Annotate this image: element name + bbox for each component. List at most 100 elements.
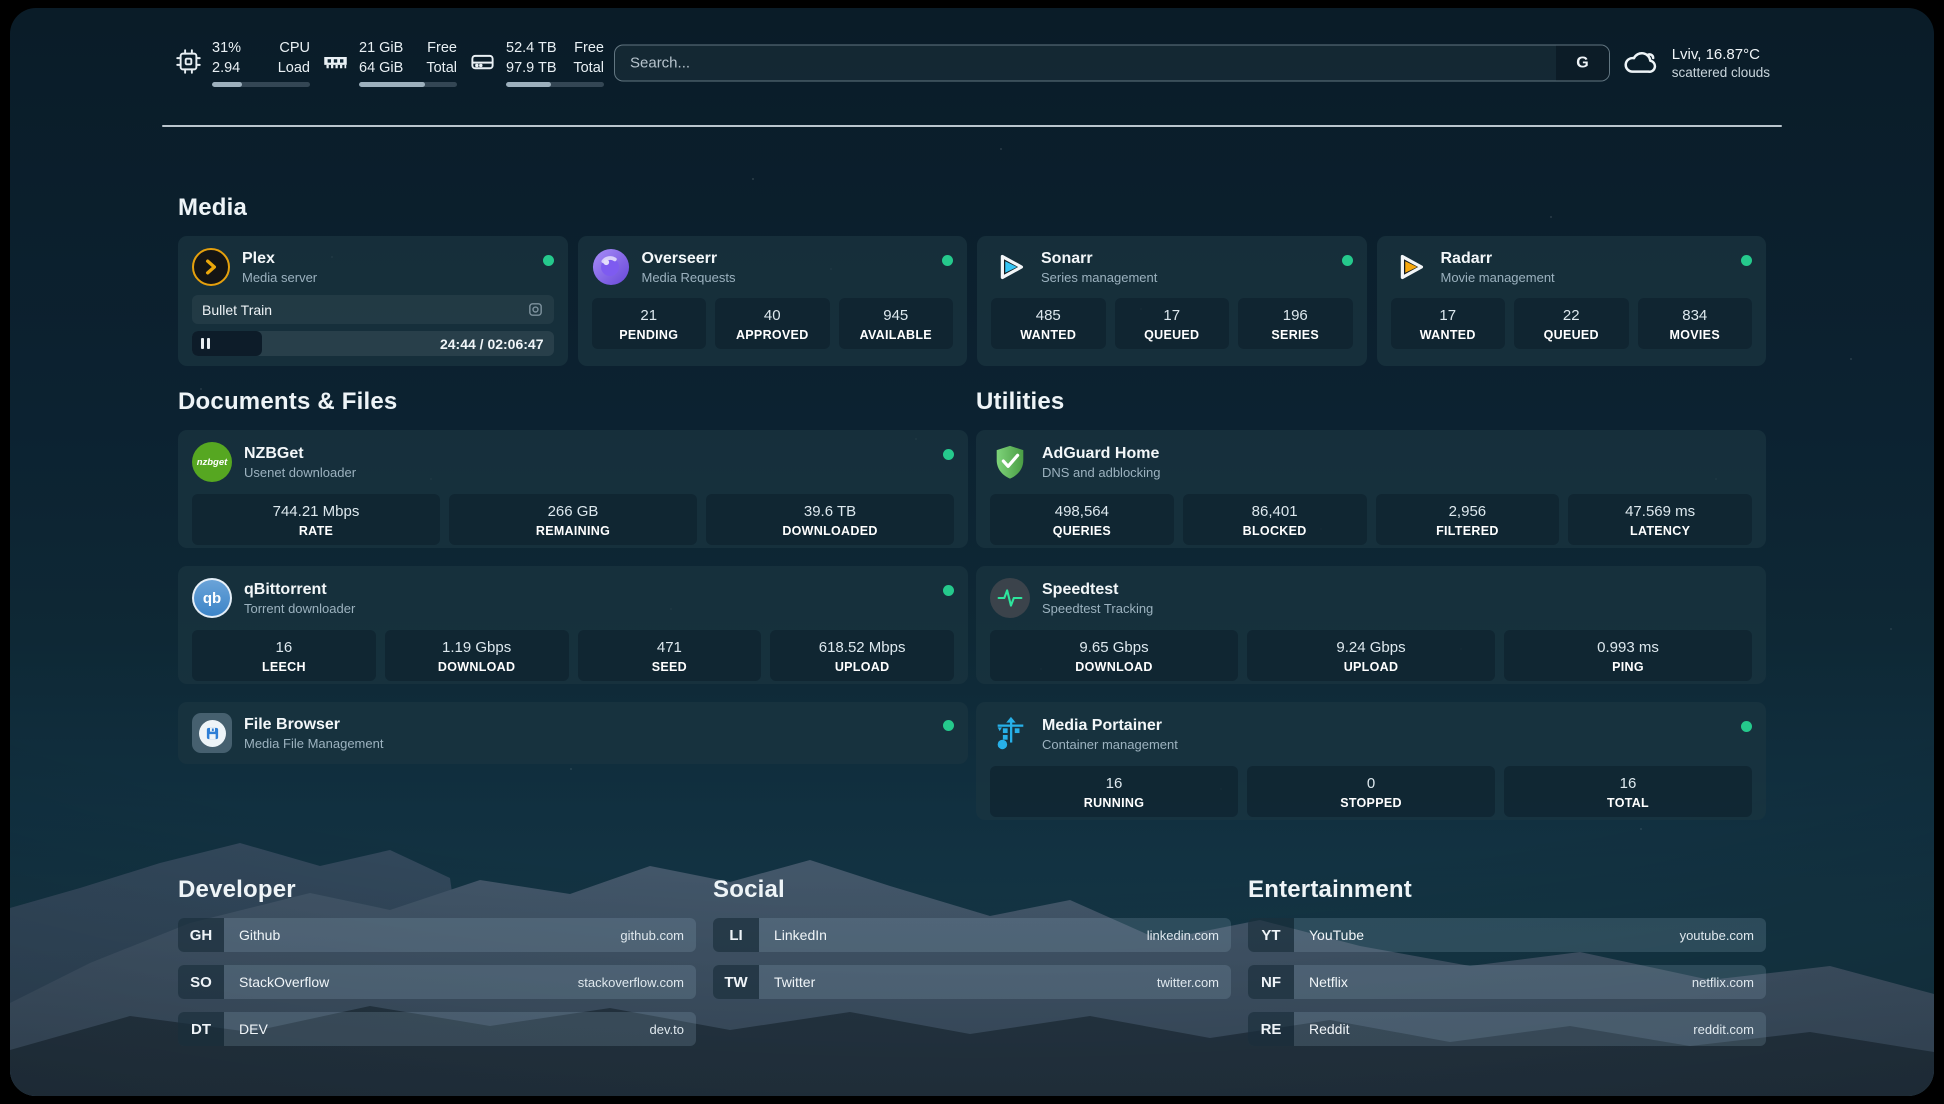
app-subtitle: Container management	[1042, 737, 1178, 752]
nzbget-icon: nzbget	[192, 442, 232, 482]
bookmark-github[interactable]: GH Github github.com	[178, 918, 696, 952]
bookmark-abbr: SO	[178, 965, 224, 999]
card-speedtest[interactable]: Speedtest Speedtest Tracking 9.65 GbpsDO…	[976, 566, 1766, 684]
app-subtitle: Usenet downloader	[244, 465, 356, 480]
app-subtitle: Series management	[1041, 270, 1157, 285]
portainer-icon	[990, 714, 1030, 754]
disk-free-label: Free	[573, 39, 604, 58]
section-title-social: Social	[713, 876, 1231, 904]
plex-now-playing: Bullet Train	[192, 295, 554, 324]
card-sonarr[interactable]: Sonarr Series management 485WANTED 17QUE…	[977, 236, 1367, 366]
disk-icon	[469, 48, 496, 75]
bookmark-abbr: TW	[713, 965, 759, 999]
qbittorrent-icon: qb	[192, 578, 232, 618]
card-portainer[interactable]: Media Portainer Container management 16R…	[976, 702, 1766, 820]
cpu-widget: 31%2.94 CPULoad	[175, 39, 310, 86]
bookmark-group-social: Social LI LinkedIn linkedin.com TW Twitt…	[713, 876, 1231, 1059]
section-title-developer: Developer	[178, 876, 696, 904]
section-title-documents: Documents & Files	[178, 388, 968, 416]
cloud-icon	[1622, 48, 1659, 78]
filebrowser-icon	[192, 713, 232, 753]
bookmark-domain: stackoverflow.com	[578, 975, 684, 990]
app-name: qBittorrent	[244, 580, 355, 600]
stat-tile: 485WANTED	[991, 298, 1106, 349]
app-subtitle: Media server	[242, 270, 317, 285]
pause-icon	[201, 338, 210, 349]
status-dot	[1741, 721, 1752, 732]
card-nzbget[interactable]: nzbget NZBGet Usenet downloader 744.21 M…	[178, 430, 968, 548]
weather-condition: scattered clouds	[1672, 65, 1770, 80]
card-filebrowser[interactable]: File Browser Media File Management	[178, 702, 968, 764]
section-title-utilities: Utilities	[976, 388, 1766, 416]
stat-tile: 1.19 GbpsDOWNLOAD	[385, 630, 569, 681]
search-bar[interactable]: G	[614, 45, 1610, 82]
bookmark-dev[interactable]: DT DEV dev.to	[178, 1012, 696, 1046]
card-radarr[interactable]: Radarr Movie management 17WANTED 22QUEUE…	[1377, 236, 1767, 366]
disk-total-label: Total	[573, 59, 604, 78]
stat-tile: 471SEED	[578, 630, 762, 681]
bookmark-domain: youtube.com	[1680, 928, 1754, 943]
app-name: AdGuard Home	[1042, 444, 1161, 464]
search-input[interactable]	[615, 46, 1556, 81]
app-name: Sonarr	[1041, 249, 1157, 269]
bookmark-linkedin[interactable]: LI LinkedIn linkedin.com	[713, 918, 1231, 952]
bookmark-youtube[interactable]: YT YouTube youtube.com	[1248, 918, 1766, 952]
memory-free-label: Free	[426, 39, 457, 58]
bookmark-twitter[interactable]: TW Twitter twitter.com	[713, 965, 1231, 999]
section-bookmarks: Developer GH Github github.com SO StackO…	[178, 876, 1766, 1059]
app-subtitle: Media Requests	[642, 270, 736, 285]
app-name: Radarr	[1441, 249, 1555, 269]
bookmark-abbr: NF	[1248, 965, 1294, 999]
card-qbittorrent[interactable]: qb qBittorrent Torrent downloader 16LEEC…	[178, 566, 968, 684]
bookmark-name: DEV	[239, 1021, 268, 1037]
app-name: Media Portainer	[1042, 716, 1178, 736]
app-subtitle: Movie management	[1441, 270, 1555, 285]
dashboard-screen: 31%2.94 CPULoad 21 GiB64 GiB FreeTotal	[10, 8, 1934, 1096]
stat-tile: 744.21 MbpsRATE	[192, 494, 440, 545]
bookmark-name: YouTube	[1309, 927, 1364, 943]
plex-progress-bar: 24:44 / 02:06:47	[192, 331, 554, 356]
bookmark-stackoverflow[interactable]: SO StackOverflow stackoverflow.com	[178, 965, 696, 999]
card-plex[interactable]: Plex Media server Bullet Train 24:44 / 0…	[178, 236, 568, 366]
bookmark-name: Reddit	[1309, 1021, 1349, 1037]
stat-tile: 2,956FILTERED	[1376, 494, 1560, 545]
bookmark-domain: twitter.com	[1157, 975, 1219, 990]
stat-tile: 196SERIES	[1238, 298, 1353, 349]
stat-tile: 17QUEUED	[1115, 298, 1230, 349]
weather-location-temp: Lviv, 16.87°C	[1672, 46, 1770, 63]
memory-progress-bar	[359, 82, 457, 87]
status-dot	[942, 255, 953, 266]
stat-tile: 498,564QUERIES	[990, 494, 1174, 545]
weather-widget: Lviv, 16.87°C scattered clouds	[1622, 46, 1770, 80]
memory-total-value: 64 GiB	[359, 59, 403, 78]
section-middle: Documents & Files nzbget NZBGet Usenet d…	[178, 388, 1766, 820]
bookmark-netflix[interactable]: NF Netflix netflix.com	[1248, 965, 1766, 999]
stat-tile: 0STOPPED	[1247, 766, 1495, 817]
bookmark-domain: netflix.com	[1692, 975, 1754, 990]
sonarr-icon	[991, 248, 1029, 286]
app-subtitle: DNS and adblocking	[1042, 465, 1161, 480]
app-name: NZBGet	[244, 444, 356, 464]
app-name: Overseerr	[642, 249, 736, 269]
cpu-progress-bar	[212, 82, 310, 87]
bookmark-group-developer: Developer GH Github github.com SO StackO…	[178, 876, 696, 1059]
disk-progress-bar	[506, 82, 604, 87]
cpu-load-value: 2.94	[212, 59, 241, 78]
memory-widget: 21 GiB64 GiB FreeTotal	[322, 39, 457, 86]
app-subtitle: Torrent downloader	[244, 601, 355, 616]
app-subtitle: Media File Management	[244, 736, 383, 751]
stat-tile: 618.52 MbpsUPLOAD	[770, 630, 954, 681]
stat-tile: 266 GBREMAINING	[449, 494, 697, 545]
section-media: Media Plex Media server Bullet Train	[178, 194, 1766, 366]
bookmark-reddit[interactable]: RE Reddit reddit.com	[1248, 1012, 1766, 1046]
stat-tile: 86,401BLOCKED	[1183, 494, 1367, 545]
card-overseerr[interactable]: Overseerr Media Requests 21PENDING 40APP…	[578, 236, 968, 366]
search-provider-button[interactable]: G	[1556, 46, 1609, 81]
cpu-usage-value: 31%	[212, 39, 241, 58]
card-adguard[interactable]: AdGuard Home DNS and adblocking 498,564Q…	[976, 430, 1766, 548]
stat-tile: 16LEECH	[192, 630, 376, 681]
stat-tile: 17WANTED	[1391, 298, 1506, 349]
playback-time: 24:44 / 02:06:47	[440, 336, 544, 352]
header-divider	[162, 125, 1782, 127]
stat-tile: 945AVAILABLE	[839, 298, 954, 349]
